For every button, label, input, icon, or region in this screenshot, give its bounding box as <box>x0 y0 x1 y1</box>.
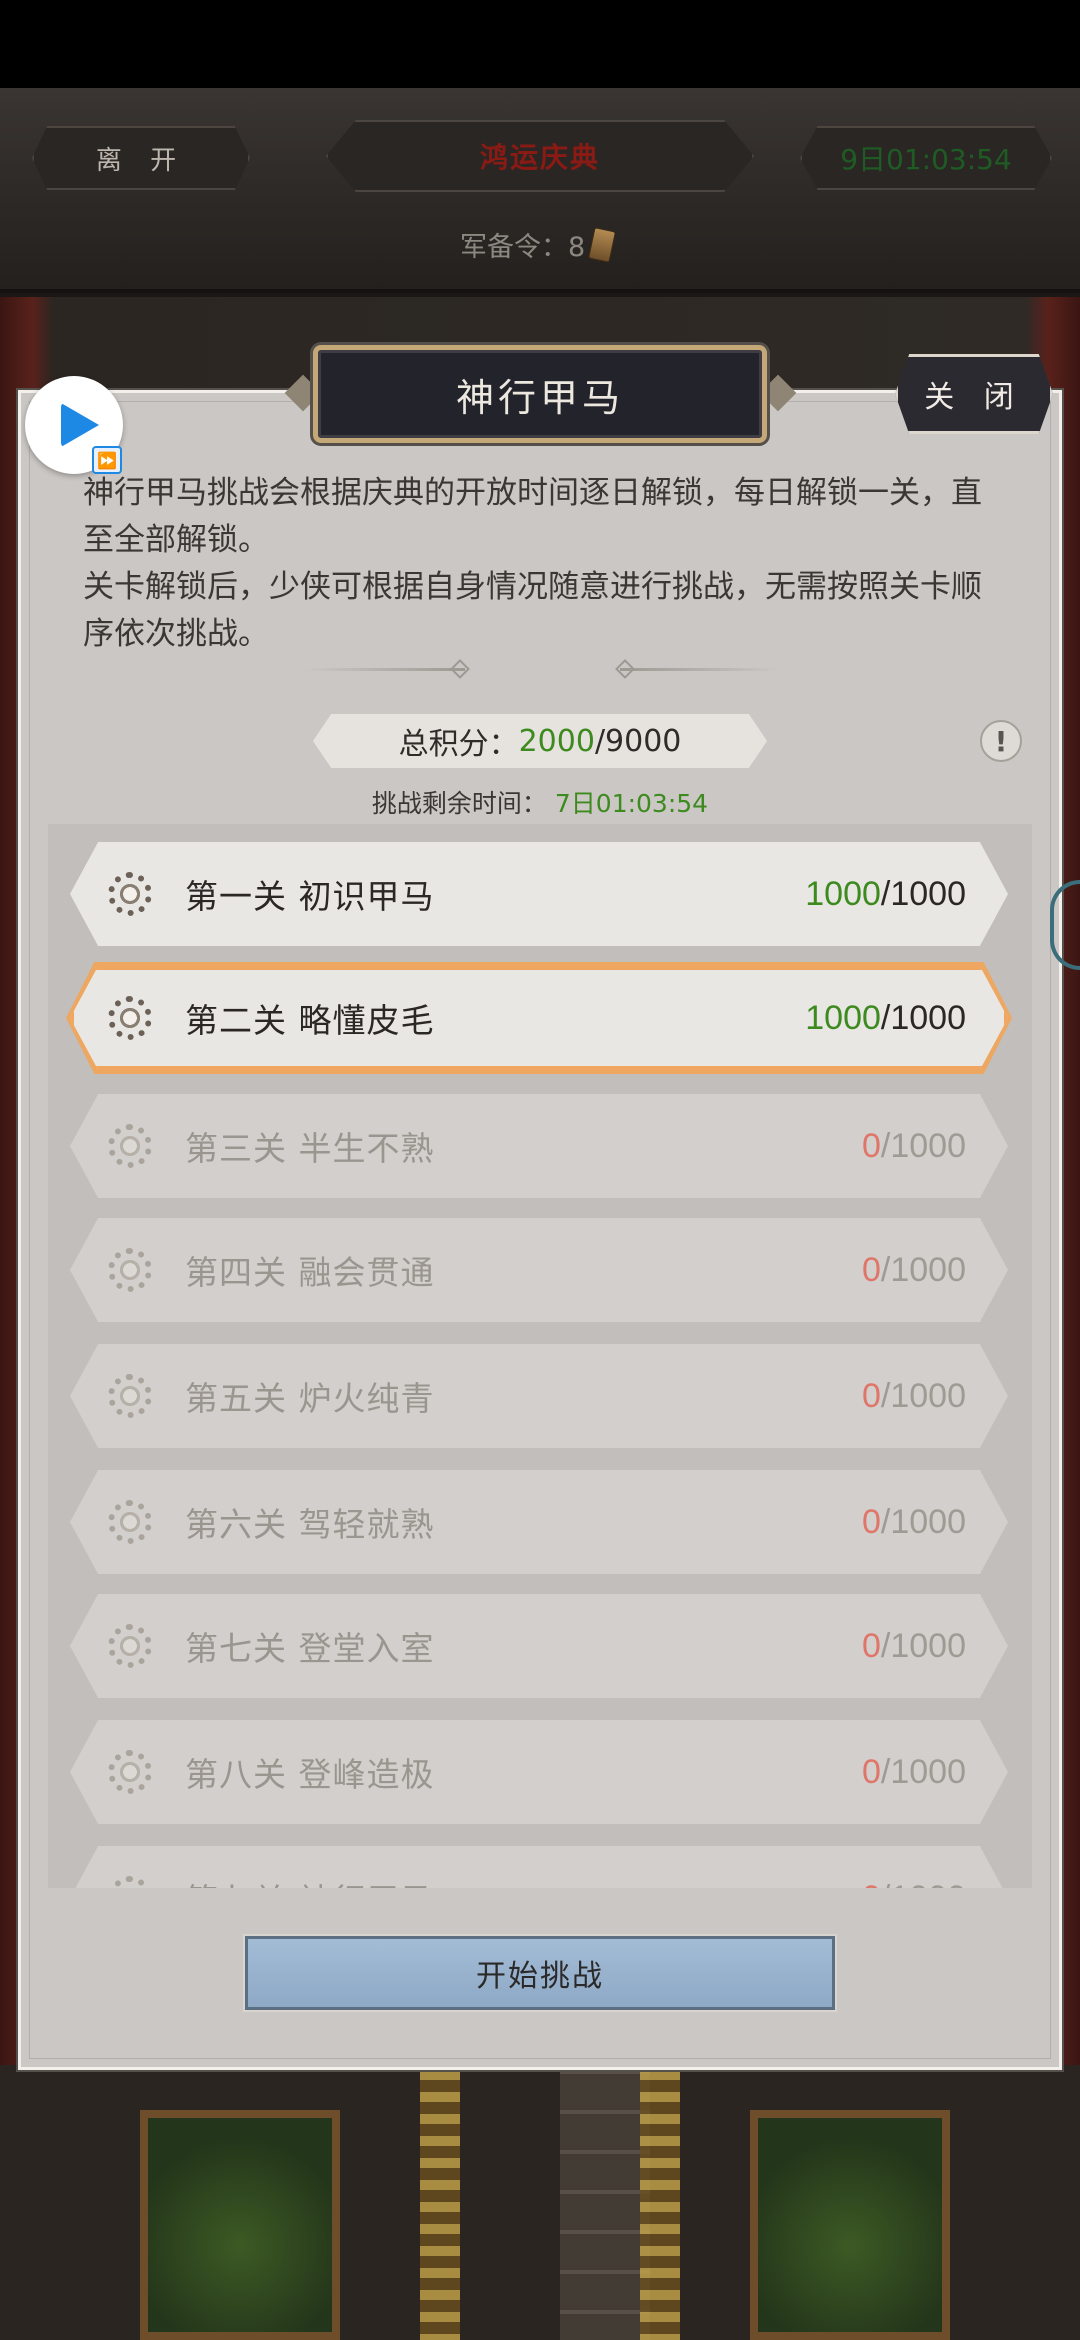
flower-icon <box>108 1624 152 1668</box>
remaining-time-label: 挑战剩余时间： <box>371 789 547 818</box>
divider-right <box>620 668 780 671</box>
level-name: 第六关 驾轻就熟 <box>185 1505 435 1544</box>
level-score-value: 0 <box>862 1879 881 1889</box>
level-score: 0 /1000 <box>862 1720 966 1824</box>
flower-icon <box>108 1248 152 1292</box>
level-score-value: 0 <box>861 1752 881 1791</box>
level-score-max: /1000 <box>880 1376 966 1415</box>
level-score-value: 0 <box>861 1376 881 1415</box>
flower-icon <box>108 1124 152 1168</box>
total-score-max: /9000 <box>594 723 682 759</box>
pillar-right <box>640 2070 680 2340</box>
level-name: 第一关 初识甲马 <box>185 877 435 916</box>
level-score-value: 0 <box>861 1126 881 1165</box>
flower-icon <box>108 996 152 1040</box>
level-score-max: /1000 <box>880 1626 966 1665</box>
level-name: 第八关 登峰造极 <box>185 1755 435 1794</box>
leave-button[interactable]: 离 开 <box>32 126 250 190</box>
level-row[interactable]: 第八关 登峰造极 0 /1000 <box>70 1720 1008 1824</box>
remaining-time-value: 7日01:03:54 <box>554 789 709 818</box>
total-score-value: 2000 <box>518 723 595 759</box>
level-row[interactable]: 第七关 登堂入室 0 /1000 <box>70 1594 1008 1698</box>
level-row[interactable]: 第四关 融会贯通 0 /1000 <box>70 1218 1008 1322</box>
flower-icon <box>108 1500 152 1544</box>
level-row-selected[interactable]: 第二关 略懂皮毛 1000 /1000 <box>70 966 1008 1070</box>
level-score: 0 /1000 <box>862 1470 966 1574</box>
level-name: 第四关 融会贯通 <box>185 1253 435 1292</box>
level-score-value: 1000 <box>805 874 881 913</box>
level-score-max: /1000 <box>880 1752 966 1791</box>
info-icon[interactable]: ! <box>980 720 1022 762</box>
level-row[interactable]: 第六关 驾轻就熟 0 /1000 <box>70 1470 1008 1574</box>
level-score-value: 0 <box>861 1502 881 1541</box>
side-drawer-handle[interactable] <box>1050 880 1080 970</box>
level-score-max: /1000 <box>881 1879 966 1889</box>
description-paragraph-2: 关卡解锁后，少侠可根据自身情况随意进行挑战，无需按照关卡顺序依次挑战。 <box>83 569 982 652</box>
level-name: 第二关 略懂皮毛 <box>185 1001 435 1040</box>
event-timer: 9日01:03:54 <box>800 126 1052 190</box>
token-label: 军备令：8 <box>460 232 586 263</box>
close-button[interactable]: 关 闭 <box>895 354 1053 434</box>
level-score-value: 1000 <box>805 998 881 1037</box>
level-score-max: /1000 <box>880 1502 966 1541</box>
plant-right <box>750 2110 950 2340</box>
level-score: 0 /1000 <box>862 1094 966 1198</box>
token-card-icon <box>588 226 617 263</box>
level-row[interactable]: 第九关 神行甲马 0 /1000 <box>70 1846 1008 1888</box>
level-score: 0 /1000 <box>862 1846 966 1889</box>
level-score-value: 0 <box>861 1250 881 1289</box>
flower-icon <box>108 1876 152 1888</box>
level-score-max: /1000 <box>880 874 966 913</box>
dialog-title-plate: 神行甲马 <box>313 345 767 443</box>
dialog-description: 神行甲马挑战会根据庆典的开放时间逐日解锁，每日解锁一关，直至全部解锁。 关卡解锁… <box>83 470 1003 658</box>
event-title: 鸿运庆典 <box>326 120 754 192</box>
level-row[interactable]: 第一关 初识甲马 1000 /1000 <box>70 842 1008 946</box>
dialog-title: 神行甲马 <box>455 375 624 420</box>
pillar-left <box>420 2070 460 2340</box>
level-score-max: /1000 <box>880 998 966 1037</box>
level-row[interactable]: 第五关 炉火纯青 0 /1000 <box>70 1344 1008 1448</box>
plant-left <box>140 2110 340 2340</box>
level-score-value: 0 <box>861 1626 881 1665</box>
level-list[interactable]: 第一关 初识甲马 1000 /1000 第二关 略懂皮毛 1000 /1000 … <box>48 824 1032 1888</box>
level-score: 0 /1000 <box>862 1218 966 1322</box>
flower-icon <box>108 872 152 916</box>
status-bar <box>0 0 1080 88</box>
token-counter: 军备令：8 <box>460 225 617 264</box>
level-row[interactable]: 第三关 半生不熟 0 /1000 <box>70 1094 1008 1198</box>
level-name: 第五关 炉火纯青 <box>185 1379 435 1418</box>
divider-left <box>305 668 465 671</box>
level-score: 1000 /1000 <box>805 966 966 1070</box>
description-paragraph-1: 神行甲马挑战会根据庆典的开放时间逐日解锁，每日解锁一关，直至全部解锁。 <box>83 475 982 558</box>
level-score: 0 /1000 <box>862 1344 966 1448</box>
level-name: 第七关 登堂入室 <box>185 1629 435 1668</box>
start-challenge-button[interactable]: 开始挑战 <box>243 1934 837 2012</box>
remaining-time: 挑战剩余时间： 7日01:03:54 <box>0 784 1080 820</box>
play-icon <box>61 403 99 447</box>
floor-path <box>560 2070 650 2340</box>
level-score-max: /1000 <box>880 1250 966 1289</box>
total-score: 总积分： 2000 /9000 <box>313 714 767 768</box>
level-name: 第三关 半生不熟 <box>185 1129 435 1168</box>
flower-icon <box>108 1750 152 1794</box>
level-score-max: /1000 <box>880 1126 966 1165</box>
flower-icon <box>108 1374 152 1418</box>
level-score: 1000 /1000 <box>805 842 966 946</box>
level-score: 0 /1000 <box>862 1594 966 1698</box>
level-name: 第九关 神行甲马 <box>185 1846 435 1888</box>
total-score-label: 总积分： <box>398 727 519 762</box>
